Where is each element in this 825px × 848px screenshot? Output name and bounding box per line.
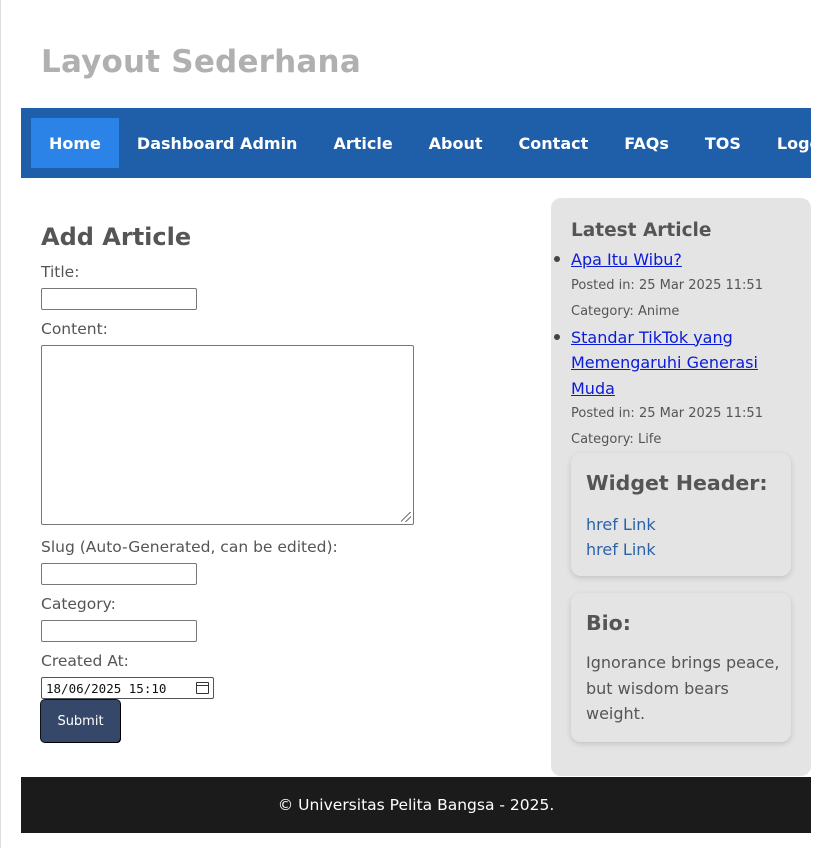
article-category: Category: Anime [571, 303, 680, 319]
slug-input[interactable] [41, 563, 197, 585]
nav-tos[interactable]: TOS [687, 118, 759, 168]
latest-article-list: Apa Itu Wibu? Posted in: 25 Mar 2025 11:… [554, 247, 771, 454]
widget-link[interactable]: href Link [586, 512, 656, 537]
nav-list: Home Dashboard Admin Article About Conta… [31, 118, 825, 168]
bio-title: Bio: [586, 611, 631, 635]
nav-contact[interactable]: Contact [501, 118, 607, 168]
category-input[interactable] [41, 620, 197, 642]
nav-logout[interactable]: Logout [759, 118, 825, 168]
widget-link[interactable]: href Link [586, 537, 656, 562]
main-navbar: Home Dashboard Admin Article About Conta… [21, 108, 825, 178]
article-link[interactable]: Standar TikTok yang Memengaruhi Generasi… [571, 325, 771, 402]
list-item: Standar TikTok yang Memengaruhi Generasi… [554, 325, 771, 454]
page-left-border [0, 0, 1, 848]
site-title: Layout Sederhana [41, 44, 361, 80]
bio-box: Bio: Ignorance brings peace, but wisdom … [571, 593, 791, 742]
resize-handle-icon[interactable] [401, 512, 411, 522]
title-input[interactable] [41, 288, 197, 310]
footer: © Universitas Pelita Bangsa - 2025. [21, 777, 811, 833]
category-label: Category: [41, 595, 116, 613]
latest-article-title: Latest Article [571, 220, 712, 241]
created-at-input[interactable]: 18/06/2025 15:10 [41, 677, 214, 699]
page-container: Layout Sederhana Home Dashboard Admin Ar… [21, 0, 825, 848]
nav-home[interactable]: Home [31, 118, 119, 168]
widget-links: href Link href Link [586, 512, 656, 562]
nav-article[interactable]: Article [315, 118, 410, 168]
created-at-value: 18/06/2025 15:10 [46, 680, 167, 696]
bio-text: Ignorance brings peace, but wisdom bears… [586, 653, 780, 723]
slug-label: Slug (Auto-Generated, can be edited): [41, 538, 338, 556]
nav-dashboard-admin[interactable]: Dashboard Admin [119, 118, 316, 168]
list-item: Apa Itu Wibu? Posted in: 25 Mar 2025 11:… [554, 247, 771, 325]
submit-button[interactable]: Submit [41, 700, 120, 742]
add-article-section: Add Article Title: Content: Slug (Auto-G… [41, 220, 511, 742]
content-textarea[interactable] [41, 345, 414, 525]
created-at-label: Created At: [41, 652, 129, 670]
calendar-icon[interactable] [196, 682, 209, 694]
article-category: Category: Life [571, 432, 662, 447]
article-posted: Posted in: 25 Mar 2025 11:51 [571, 406, 763, 421]
widget-header-title: Widget Header: [586, 471, 768, 495]
article-link[interactable]: Apa Itu Wibu? [571, 247, 771, 273]
sidebar: Latest Article Apa Itu Wibu? Posted in: … [551, 198, 811, 776]
widget-box: Widget Header: href Link href Link [571, 453, 791, 576]
content-label: Content: [41, 320, 108, 338]
nav-faqs[interactable]: FAQs [606, 118, 687, 168]
title-label: Title: [41, 263, 80, 281]
footer-text: © Universitas Pelita Bangsa - 2025. [277, 796, 555, 814]
nav-about[interactable]: About [411, 118, 501, 168]
form-heading: Add Article [41, 223, 192, 251]
article-posted: Posted in: 25 Mar 2025 11:51 [571, 277, 763, 293]
